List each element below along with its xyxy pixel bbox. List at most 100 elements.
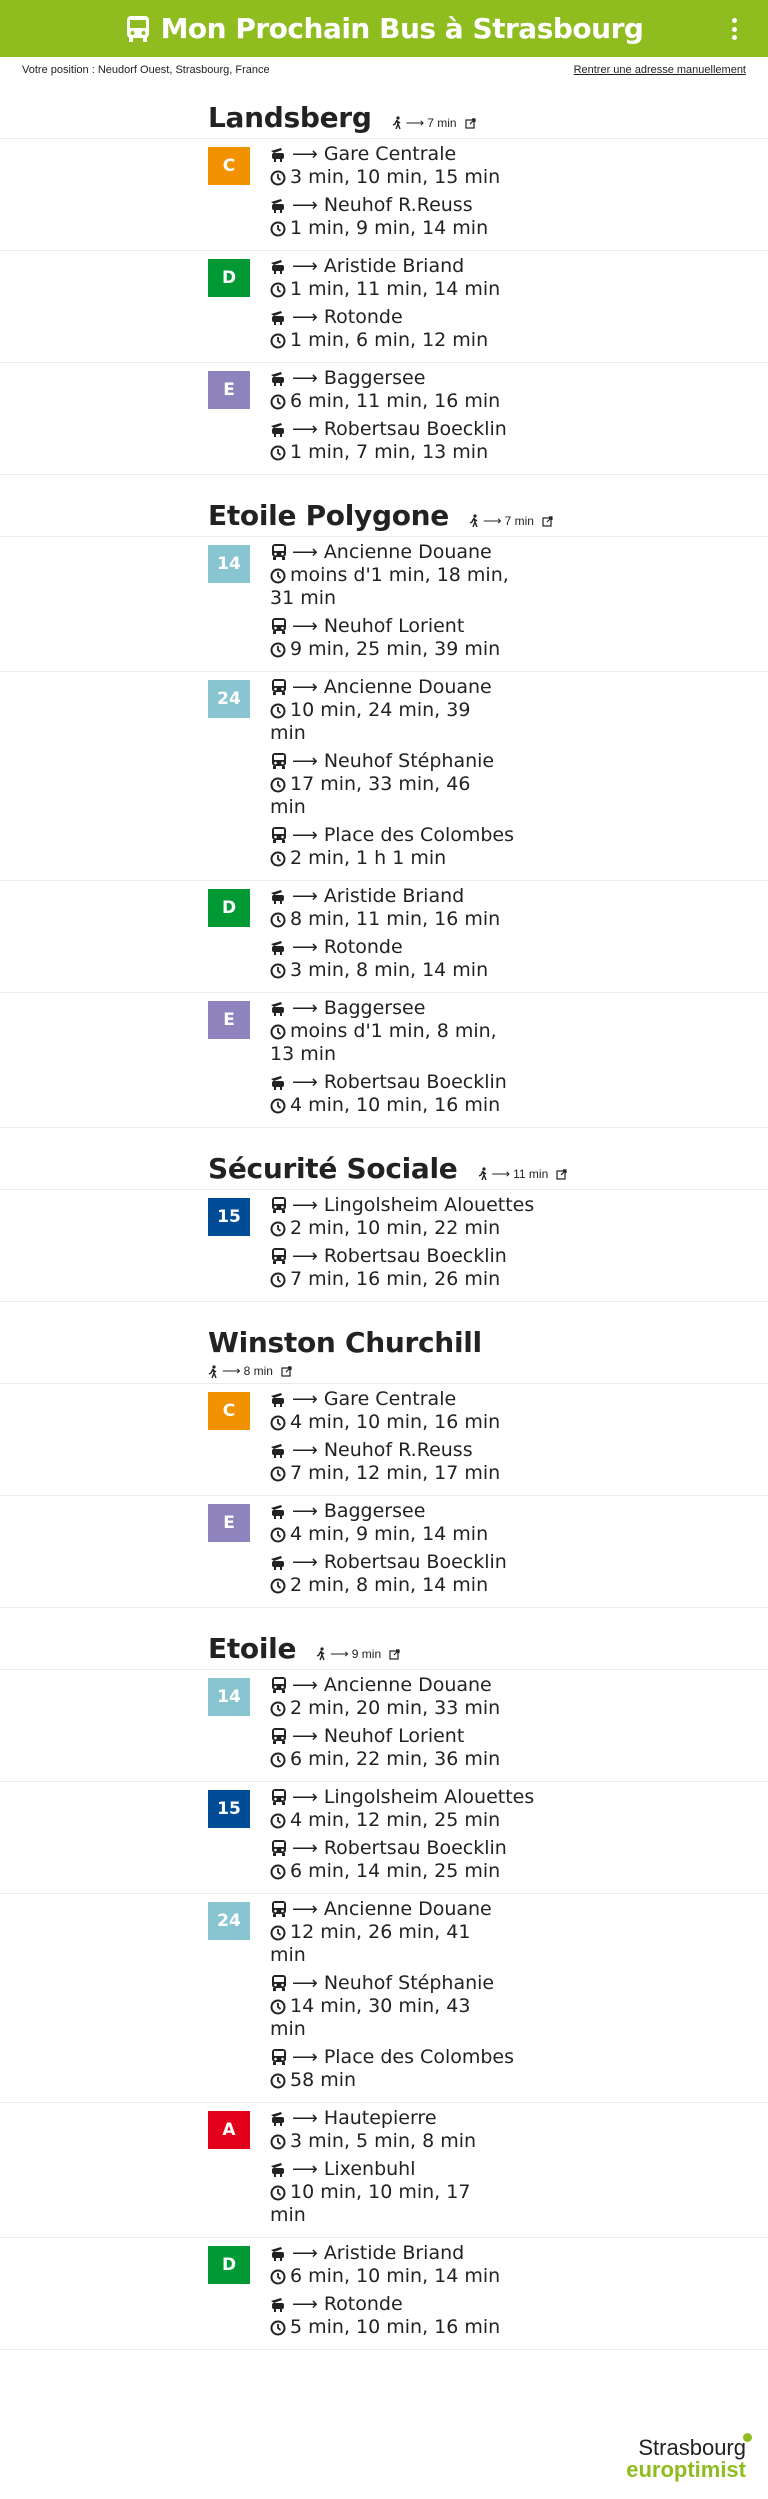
departure-times-text: 2 min, 1 h 1 min xyxy=(290,847,447,869)
clock-icon xyxy=(270,642,286,658)
direction-destination: ⟶ Ancienne Douane xyxy=(270,541,510,564)
bus-icon xyxy=(272,618,286,634)
clock-icon xyxy=(270,1415,286,1431)
departure-times: 2 min, 20 min, 33 min xyxy=(270,1697,500,1720)
line-badge[interactable]: C xyxy=(208,1392,250,1430)
external-link-icon[interactable] xyxy=(542,516,553,527)
line-badge[interactable]: D xyxy=(208,2246,250,2284)
direction-destination: ⟶ Robertsau Boecklin xyxy=(270,1245,534,1268)
tram-icon xyxy=(271,2247,284,2261)
line-badge[interactable]: 15 xyxy=(208,1198,250,1236)
bus-icon xyxy=(272,1840,286,1856)
walking-time-link[interactable]: ⟶ 7 min xyxy=(392,115,476,131)
walking-time-link[interactable]: ⟶ 8 min xyxy=(208,1363,768,1379)
clock-icon xyxy=(270,1466,286,1482)
direction-destination: ⟶ Aristide Briand xyxy=(270,885,500,908)
line-badge[interactable]: E xyxy=(208,1504,250,1542)
line-badge[interactable]: 24 xyxy=(208,1902,250,1940)
line-row: 24 ⟶ Ancienne Douane 12 min, 26 min, 41 min… xyxy=(0,1894,768,2103)
arrow-right-icon: ⟶ xyxy=(292,825,318,846)
destination-name: Baggersee xyxy=(323,1500,426,1522)
kebab-menu-icon[interactable] xyxy=(732,18,738,40)
departure-times-text: moins d'1 min, 18 min, 31 min xyxy=(270,564,509,609)
external-link-icon[interactable] xyxy=(281,1366,292,1377)
line-badge[interactable]: 14 xyxy=(208,545,250,583)
departure-times-text: 4 min, 10 min, 16 min xyxy=(290,1094,501,1116)
line-badge[interactable]: E xyxy=(208,1001,250,1039)
bus-icon xyxy=(272,1677,286,1693)
line-row: D ⟶ Aristide Briand 1 min, 11 min, 14 min ⟶ R… xyxy=(0,251,768,363)
line-badge[interactable]: 15 xyxy=(208,1790,250,1828)
line-row: C ⟶ Gare Centrale 4 min, 10 min, 16 min ⟶ Neu… xyxy=(0,1384,768,1496)
walking-icon xyxy=(208,1365,217,1379)
direction-destination: ⟶ Place des Colombes xyxy=(270,824,514,847)
direction-item: ⟶ Ancienne Douane 10 min, 24 min, 39 min xyxy=(270,676,514,745)
departure-times: 6 min, 22 min, 36 min xyxy=(270,1748,500,1771)
clock-icon xyxy=(270,1925,286,1941)
manual-address-link[interactable]: Rentrer une adresse manuellement xyxy=(574,64,746,76)
clock-icon xyxy=(270,1024,286,1040)
departure-times: 10 min, 10 min, 17 min xyxy=(270,2181,510,2227)
direction-item: ⟶ Aristide Briand 1 min, 11 min, 14 min xyxy=(270,255,500,301)
line-badge[interactable]: D xyxy=(208,889,250,927)
walking-time-link[interactable]: ⟶ 11 min xyxy=(478,1166,568,1182)
line-row: 15 ⟶ Lingolsheim Alouettes 4 min, 12 min, 2… xyxy=(0,1782,768,1894)
line-row: E ⟶ Baggersee 4 min, 9 min, 14 min ⟶ Robertsa… xyxy=(0,1496,768,1608)
bus-icon xyxy=(272,827,286,843)
clock-icon xyxy=(270,282,286,298)
destination-name: Neuhof Stéphanie xyxy=(323,1972,495,1994)
departure-times-text: 14 min, 30 min, 43 min xyxy=(270,1995,471,2040)
walking-time-link[interactable]: ⟶ 7 min xyxy=(469,513,553,529)
line-badge[interactable]: 24 xyxy=(208,680,250,718)
direction-item: ⟶ Aristide Briand 6 min, 10 min, 14 min xyxy=(270,2242,500,2288)
line-badge[interactable]: C xyxy=(208,147,250,185)
stations-list: Landsberg ⟶ 7 min C ⟶ Gare Centrale 3 min, 10 … xyxy=(0,101,768,2350)
tram-icon xyxy=(271,1393,284,1407)
tram-icon xyxy=(271,890,284,904)
arrow-right-icon: ⟶ xyxy=(292,1501,318,1522)
external-link-icon[interactable] xyxy=(464,118,476,129)
clock-icon xyxy=(270,703,286,719)
departure-times: 3 min, 8 min, 14 min xyxy=(270,959,500,982)
direction-destination: ⟶ Ancienne Douane xyxy=(270,676,514,699)
line-badge[interactable]: 14 xyxy=(208,1678,250,1716)
external-link-icon[interactable] xyxy=(389,1649,400,1660)
station-header: Etoile ⟶ 9 min xyxy=(0,1632,768,1670)
line-badge[interactable]: E xyxy=(208,371,250,409)
walking-time-link[interactable]: ⟶ 9 min xyxy=(316,1646,400,1662)
directions-list: ⟶ Ancienne Douane 2 min, 20 min, 33 min ⟶ Ne… xyxy=(270,1670,500,1781)
line-row: E ⟶ Baggersee 6 min, 11 min, 16 min ⟶ Roberts… xyxy=(0,363,768,475)
departure-times-text: 2 min, 20 min, 33 min xyxy=(290,1697,501,1719)
destination-name: Lixenbuhl xyxy=(323,2158,416,2180)
direction-item: ⟶ Ancienne Douane 12 min, 26 min, 41 min xyxy=(270,1898,514,1967)
line-badge[interactable]: D xyxy=(208,259,250,297)
clock-icon xyxy=(270,2185,286,2201)
departure-times: 7 min, 16 min, 26 min xyxy=(270,1268,510,1291)
arrow-right-icon: ⟶ xyxy=(292,2159,318,2180)
bus-icon xyxy=(272,753,286,769)
departure-times: 14 min, 30 min, 43 min xyxy=(270,1995,510,2041)
destination-name: Place des Colombes xyxy=(323,824,515,846)
directions-list: ⟶ Ancienne Douane 12 min, 26 min, 41 min ⟶ N… xyxy=(270,1894,514,2102)
destination-name: Robertsau Boecklin xyxy=(323,418,507,440)
line-badge[interactable]: A xyxy=(208,2111,250,2149)
direction-item: ⟶ Robertsau Boecklin 6 min, 14 min, 25 min xyxy=(270,1837,534,1883)
clock-icon xyxy=(270,912,286,928)
current-position: Votre position : Neudorf Ouest, Strasbou… xyxy=(22,64,270,76)
departure-times-text: 3 min, 8 min, 14 min xyxy=(290,959,489,981)
tram-icon xyxy=(271,1556,284,1570)
app-title: Mon Prochain Bus à Strasbourg xyxy=(125,12,644,45)
departure-times: 9 min, 25 min, 39 min xyxy=(270,638,510,661)
tram-icon xyxy=(271,311,284,325)
directions-list: ⟶ Hautepierre 3 min, 5 min, 8 min ⟶ Lixenbuh… xyxy=(270,2103,510,2237)
destination-name: Aristide Briand xyxy=(323,885,465,907)
departure-times-text: 9 min, 25 min, 39 min xyxy=(290,638,501,660)
arrow-right-icon: ⟶ xyxy=(292,1389,318,1410)
bus-icon xyxy=(126,15,149,42)
arrow-right-icon: ⟶ xyxy=(292,195,318,216)
direction-destination: ⟶ Lixenbuhl xyxy=(270,2158,510,2181)
walking-icon xyxy=(478,1167,487,1181)
external-link-icon[interactable] xyxy=(556,1169,567,1180)
direction-destination: ⟶ Baggersee xyxy=(270,997,510,1020)
departure-times: 12 min, 26 min, 41 min xyxy=(270,1921,510,1967)
